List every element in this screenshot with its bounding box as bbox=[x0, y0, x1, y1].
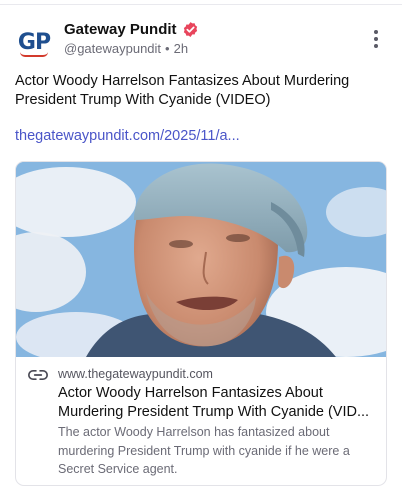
link-icon bbox=[28, 370, 48, 380]
avatar-logo: GP bbox=[17, 29, 51, 55]
more-vertical-icon bbox=[374, 30, 378, 34]
display-name[interactable]: Gateway Pundit bbox=[64, 21, 177, 38]
avatar-swoosh bbox=[20, 52, 48, 57]
post-text: Actor Woody Harrelson Fantasizes About M… bbox=[15, 73, 350, 108]
card-title-line2: Murdering President Trump With Cyanide (… bbox=[58, 404, 370, 420]
meta-separator: • bbox=[165, 41, 170, 56]
verified-badge-icon bbox=[183, 21, 197, 37]
post-link[interactable]: thegatewaypundit.com/2025/11/a... bbox=[15, 128, 240, 144]
top-divider bbox=[0, 4, 402, 5]
card-title-line1: Actor Woody Harrelson Fantasizes About bbox=[58, 385, 323, 401]
post-header: Gateway Pundit @gatewaypundit • 2h bbox=[64, 20, 364, 56]
avatar[interactable]: GP bbox=[14, 22, 54, 62]
post: GP Gateway Pundit @gatewaypundit • 2h Ac… bbox=[0, 0, 402, 500]
card-domain: www.thegatewaypundit.com bbox=[58, 367, 213, 381]
timestamp[interactable]: 2h bbox=[174, 41, 188, 56]
card-title: Actor Woody Harrelson Fantasizes About M… bbox=[58, 384, 380, 422]
handle[interactable]: @gatewaypundit bbox=[64, 41, 161, 56]
card-description: The actor Woody Harrelson has fantasized… bbox=[58, 425, 350, 476]
card-image[interactable] bbox=[16, 162, 386, 357]
link-preview-card[interactable]: www.thegatewaypundit.com Actor Woody Har… bbox=[15, 161, 387, 486]
man-in-cap-photo bbox=[16, 162, 386, 357]
more-options-button[interactable] bbox=[366, 28, 386, 50]
card-info: www.thegatewaypundit.com Actor Woody Har… bbox=[16, 358, 386, 485]
